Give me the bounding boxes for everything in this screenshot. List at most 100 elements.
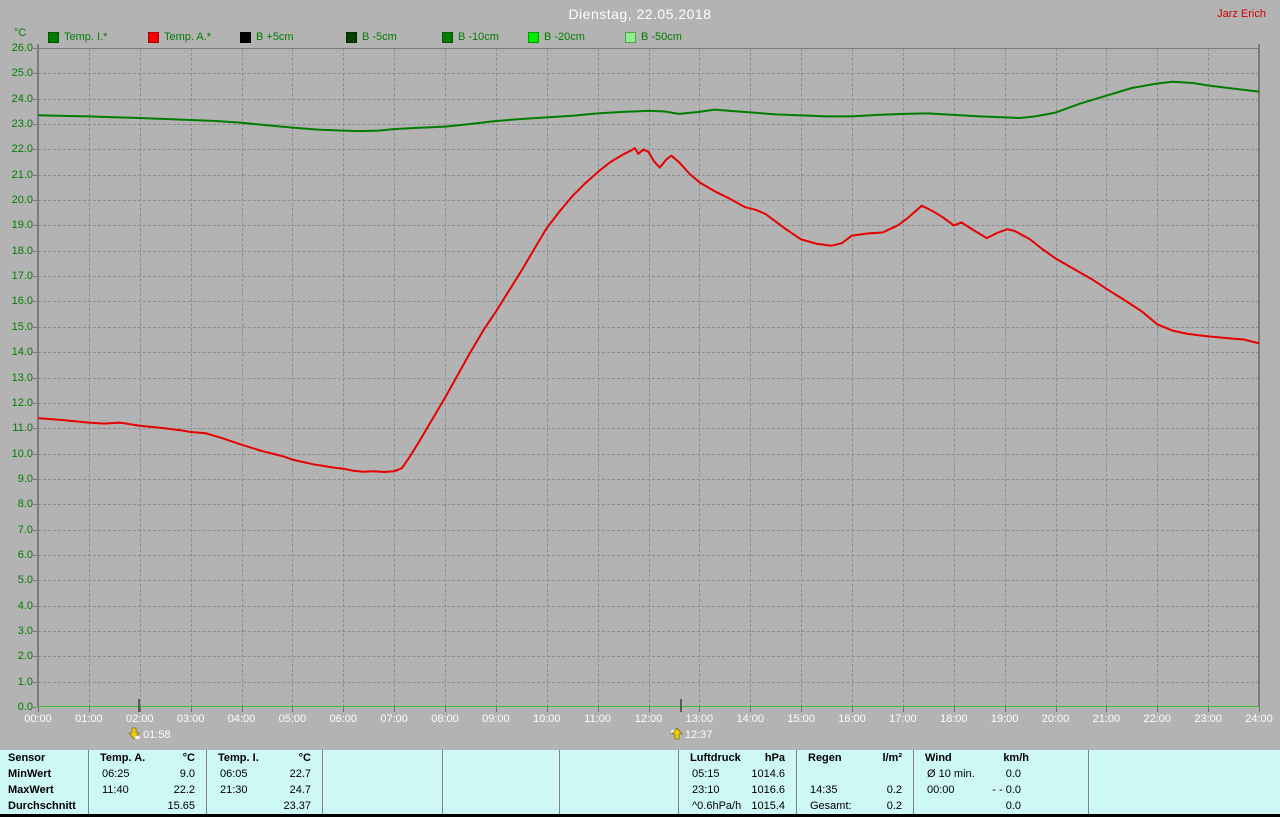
x-axis-tick-label: 09:00: [482, 713, 510, 725]
stat-value-cell: 23.37: [283, 800, 311, 812]
y-axis-tick-label: 16.0: [11, 295, 33, 308]
y-axis-tick: [33, 276, 37, 278]
sensor-unit-label: °C: [182, 752, 195, 764]
y-axis-tick-label: 5.0: [17, 574, 33, 587]
x-axis-tick-label: 12:00: [634, 713, 663, 725]
y-axis-tick-label: 7.0: [17, 523, 33, 536]
y-axis-tick: [33, 48, 37, 49]
stat-time-cell: [443, 766, 456, 782]
table-section-header: [560, 750, 677, 766]
y-axis-tick-label: 14.0: [11, 346, 33, 359]
y-axis-tick: [33, 428, 37, 430]
legend-color-swatch-icon: [625, 31, 636, 43]
y-axis-tick: [33, 352, 37, 354]
stat-value-cell: [902, 766, 912, 782]
x-axis-tick: [343, 707, 345, 712]
sensor-unit-label: hPa: [764, 752, 785, 764]
x-axis-tick: [546, 707, 548, 712]
table-row: [443, 766, 558, 782]
x-axis-tick-label: 20:00: [1041, 713, 1070, 725]
x-axis-tick-label: 17:00: [889, 713, 917, 725]
x-axis-tick: [190, 707, 192, 712]
legend-item: B -50cm: [625, 31, 682, 43]
legend-item-label: B +5cm: [256, 31, 294, 43]
stat-time-cell: [89, 798, 102, 814]
legend-item-label: B -50cm: [641, 31, 682, 43]
table-section-temp-i-: Temp. I. °C 06:05 22.7 21:30 24.7 23.37: [207, 750, 321, 814]
y-axis-tick-label: 21.0: [11, 168, 33, 181]
x-axis-tick-label: 06:00: [329, 713, 358, 725]
sensor-unit-label: [667, 750, 677, 766]
x-axis-tick: [38, 707, 39, 712]
table-row: 11:40 22.2: [89, 782, 205, 798]
y-axis-tick: [33, 402, 37, 404]
stat-value-cell: 0.2: [886, 800, 902, 812]
sun-up-icon: [670, 727, 683, 743]
stat-value-cell: 0.0: [1005, 800, 1021, 812]
table-row: 21:30 24.7: [207, 782, 321, 798]
legend-item: B +5cm: [240, 31, 294, 43]
y-axis-tick: [33, 707, 37, 708]
stat-time-cell: [323, 766, 336, 782]
x-axis-tick: [648, 707, 650, 712]
y-axis-tick-label: 18.0: [11, 244, 33, 257]
x-axis-tick: [1055, 707, 1057, 712]
x-axis-tick-label: 04:00: [227, 713, 256, 725]
x-axis-tick-label: 14:00: [736, 713, 765, 725]
stat-value-cell: 0.0: [1005, 768, 1021, 780]
y-axis-tick: [33, 250, 37, 252]
stat-value-cell: [548, 782, 558, 798]
y-axis-tick-label: 1.0: [17, 675, 33, 688]
table-row: [443, 798, 558, 814]
x-axis-tick: [88, 707, 90, 712]
stat-time-cell: [443, 798, 456, 814]
stat-time-cell: [560, 766, 573, 782]
stat-time-cell: Ø 10 min.: [927, 768, 975, 780]
y-axis-tick: [33, 605, 37, 607]
y-axis-tick: [33, 124, 37, 126]
table-row: [560, 766, 677, 782]
sun-down-icon: [128, 727, 141, 743]
stat-time-cell: [207, 798, 220, 814]
stat-time-cell: [560, 798, 573, 814]
x-axis-tick-label: 05:00: [278, 713, 307, 725]
stat-value-cell: [548, 766, 558, 782]
table-row: ^0.6hPa/h 1015.4: [679, 798, 795, 814]
y-axis-tick-label: 11.0: [12, 422, 33, 435]
table-section-header: Regen l/m²: [797, 750, 912, 766]
x-axis-tick-label: 13:00: [685, 713, 714, 725]
stat-value-cell: [431, 798, 441, 814]
y-axis-tick: [33, 630, 37, 632]
table-section-empty: [443, 750, 558, 814]
x-axis-tick: [597, 707, 599, 712]
x-axis-tick: [495, 707, 497, 712]
table-row: 05:15 1014.6: [679, 766, 795, 782]
x-axis-tick: [241, 707, 243, 712]
y-axis-tick: [33, 225, 37, 227]
y-axis-tick-label: 9.0: [17, 472, 33, 485]
series-line-temp-i-: [38, 80, 1259, 133]
temperature-curves-plot: [38, 80, 1259, 707]
y-axis-tick: [33, 504, 37, 506]
stat-value-cell: [431, 782, 441, 798]
table-section-header: Temp. A. °C: [89, 750, 205, 766]
x-axis-tick: [1208, 707, 1210, 712]
x-axis-tick: [1259, 707, 1260, 712]
x-axis-tick-label: 11:00: [584, 713, 611, 725]
y-axis-tick-label: 3.0: [17, 624, 33, 637]
y-axis-tick-label: 0.0: [17, 701, 33, 713]
table-row: 00:00 - - 0.0: [914, 782, 1087, 798]
stat-value-cell: 15.65: [167, 800, 195, 812]
table-divider: [1088, 750, 1089, 814]
legend-item: Temp. A.*: [148, 31, 211, 43]
stat-time-cell: ^0.6hPa/h: [692, 800, 742, 812]
table-row-label: Durchschnitt: [8, 800, 76, 812]
sun-event-marker: 12:37: [670, 727, 712, 743]
y-axis-tick: [33, 656, 37, 658]
y-axis-tick-label: 22.0: [11, 143, 33, 156]
x-axis-tick: [902, 707, 904, 712]
table-row: 06:05 22.7: [207, 766, 321, 782]
x-axis-tick: [292, 707, 294, 712]
legend-color-swatch-icon: [528, 31, 539, 43]
stat-value-cell: [667, 766, 677, 782]
